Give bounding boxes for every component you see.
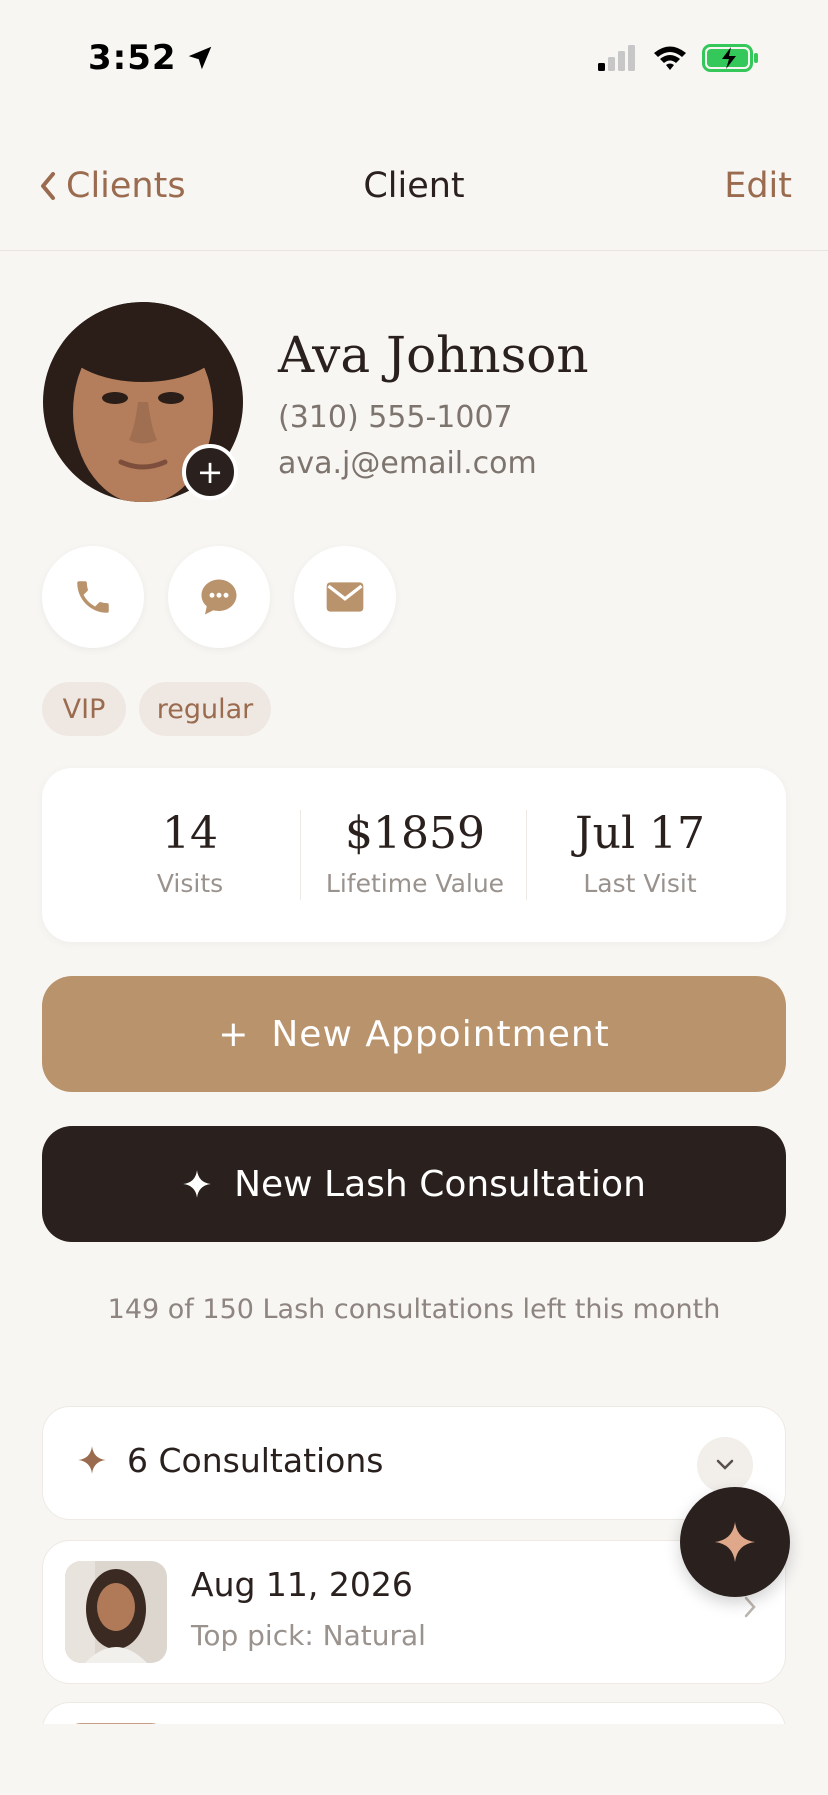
cellular-signal-icon [598, 45, 635, 71]
stat-lifetime-value: $1859 Lifetime Value [310, 808, 520, 898]
stat-value: $1859 [345, 808, 485, 859]
stat-value: 14 [162, 808, 218, 859]
stat-label: Visits [156, 869, 224, 898]
stat-value: Jul 17 [574, 808, 706, 859]
message-button[interactable] [168, 546, 270, 648]
stat-last-visit: Jul 17 Last Visit [544, 808, 736, 898]
email-button[interactable] [294, 546, 396, 648]
consultations-count: 6 Consultations [127, 1441, 384, 1480]
phone-icon [77, 581, 109, 613]
new-appointment-label: New Appointment [271, 1013, 610, 1055]
stats-card: 14 Visits $1859 Lifetime Value Jul 17 La… [42, 768, 786, 942]
ai-assistant-button[interactable] [680, 1487, 790, 1597]
stat-divider [300, 810, 301, 900]
client-phone: (310) 555-1007 [278, 400, 513, 435]
status-time-text: 3:52 [88, 38, 177, 78]
expand-button[interactable] [697, 1437, 753, 1493]
consultation-thumbnail [65, 1561, 167, 1663]
consultations-header[interactable]: 6 Consultations [42, 1406, 786, 1520]
client-email: ava.j@email.com [278, 446, 537, 481]
status-time: 3:52 [88, 38, 215, 78]
bottom-safe-area [0, 1724, 828, 1795]
tag-vip[interactable]: VIP [42, 682, 126, 736]
consultation-quota-text: 149 of 150 Lash consultations left this … [107, 1294, 721, 1325]
chat-bubble-icon [201, 579, 237, 615]
chevron-down-icon [716, 1459, 734, 1470]
plus-icon: + [218, 1013, 250, 1055]
call-button[interactable] [42, 546, 144, 648]
new-lash-consultation-label: New Lash Consultation [234, 1163, 646, 1205]
sparkle-icon [183, 1170, 211, 1198]
new-appointment-button[interactable]: + New Appointment [42, 976, 786, 1092]
battery-charging-icon [702, 44, 758, 72]
consultation-date: Aug 11, 2026 [191, 1565, 413, 1604]
nav-divider [0, 250, 828, 251]
edit-button[interactable]: Edit [724, 166, 792, 206]
stat-visits: 14 Visits [122, 808, 258, 898]
consultation-list-item[interactable]: Aug 11, 2026 Top pick: Natural [42, 1540, 786, 1684]
chevron-right-icon [744, 1596, 756, 1618]
location-arrow-icon [188, 46, 211, 70]
stat-divider [526, 810, 527, 900]
sparkle-icon [78, 1446, 106, 1474]
stat-label: Last Visit [583, 869, 697, 898]
new-lash-consultation-button[interactable]: New Lash Consultation [42, 1126, 786, 1242]
sparkle-icon [714, 1521, 756, 1563]
consultation-top-pick: Top pick: Natural [191, 1619, 426, 1652]
envelope-icon [326, 582, 364, 612]
client-name: Ava Johnson [278, 326, 589, 384]
status-indicators [598, 44, 760, 72]
plus-icon: + [196, 453, 224, 491]
tag-regular[interactable]: regular [139, 682, 271, 736]
add-photo-button[interactable]: + [182, 444, 238, 500]
page-title: Client [363, 166, 465, 206]
wifi-icon [654, 46, 686, 70]
stat-label: Lifetime Value [325, 869, 505, 898]
